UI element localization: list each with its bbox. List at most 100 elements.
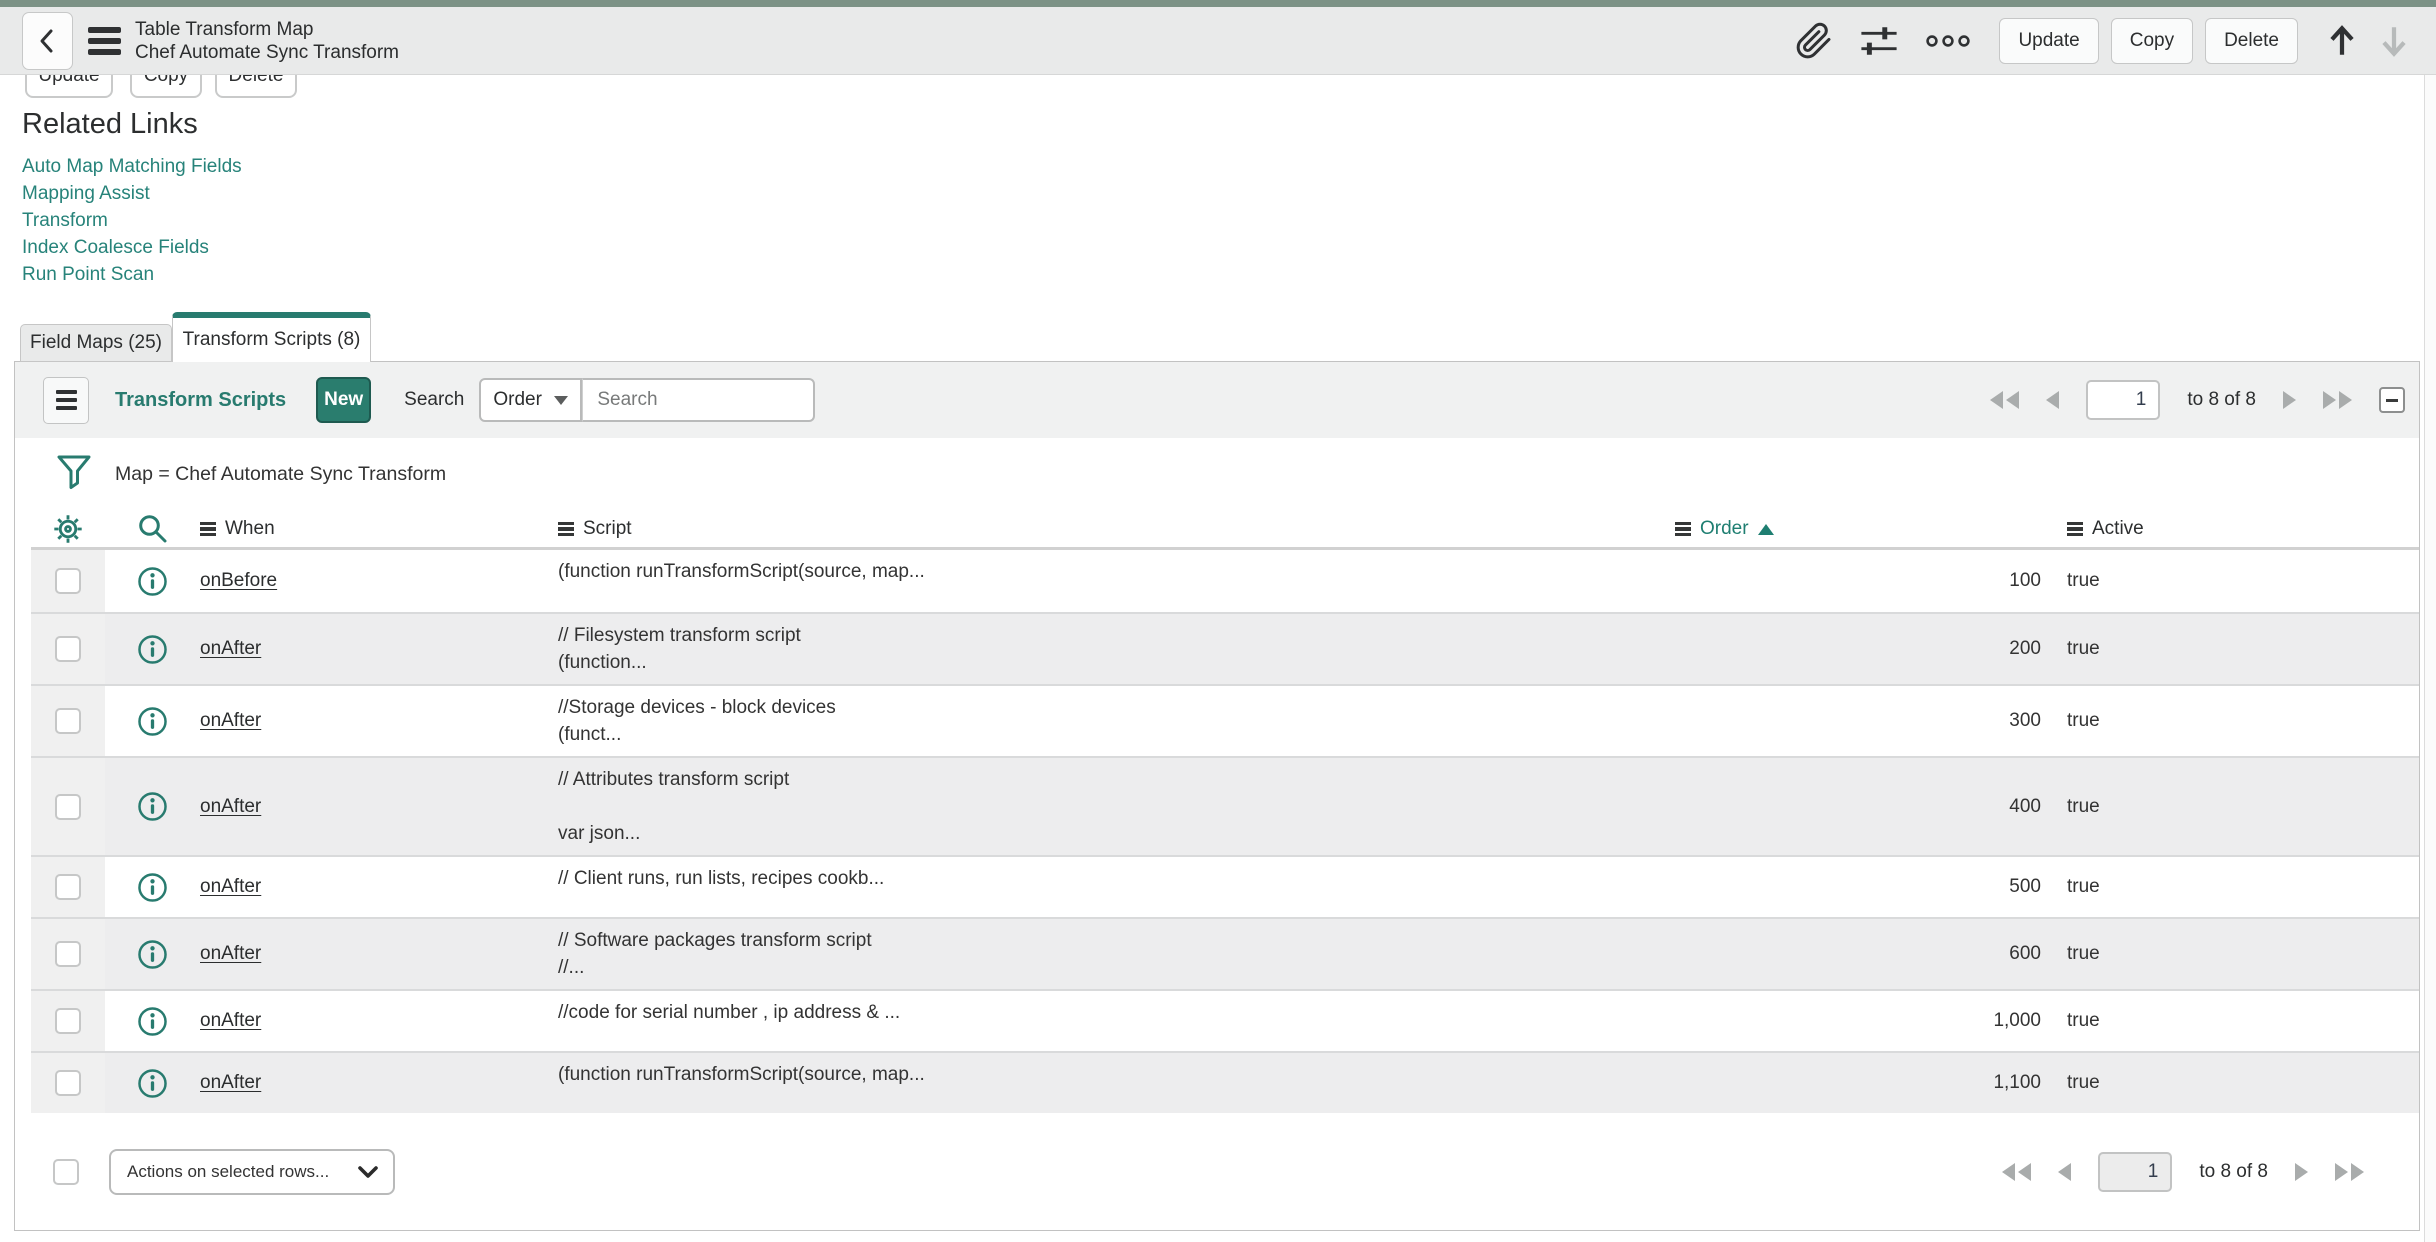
first-page-icon[interactable] <box>1990 391 2020 409</box>
personalize-icon[interactable] <box>1857 23 1901 59</box>
tab-field-maps[interactable]: Field Maps (25) <box>20 324 172 362</box>
column-header-active[interactable]: Active <box>2041 518 2419 540</box>
when-link[interactable]: onAfter <box>200 638 261 660</box>
related-link[interactable]: Mapping Assist <box>22 183 150 204</box>
tab-transform-scripts[interactable]: Transform Scripts (8) <box>172 312 371 362</box>
when-link[interactable]: onAfter <box>200 1010 261 1032</box>
page-title: Table Transform Map <box>135 18 314 40</box>
actions-dropdown[interactable]: Actions on selected rows... <box>109 1148 395 1195</box>
search-input[interactable] <box>582 378 816 422</box>
row-checkbox[interactable] <box>55 636 81 662</box>
row-checkbox[interactable] <box>55 941 81 967</box>
related-link[interactable]: Index Coalesce Fields <box>22 237 209 258</box>
last-page-icon[interactable] <box>2335 1162 2364 1181</box>
first-page-icon[interactable] <box>2002 1162 2032 1181</box>
context-menu-icon[interactable] <box>88 26 121 55</box>
related-link[interactable]: Run Point Scan <box>22 264 154 285</box>
when-link[interactable]: onAfter <box>200 876 261 898</box>
info-icon[interactable] <box>137 634 168 665</box>
active-cell: true <box>2067 710 2100 731</box>
next-record-icon[interactable] <box>2378 23 2410 59</box>
select-all-checkbox[interactable] <box>53 1158 79 1185</box>
previous-record-icon[interactable] <box>2326 23 2358 59</box>
when-link[interactable]: onBefore <box>200 570 277 592</box>
search-icon[interactable] <box>137 513 169 545</box>
back-button[interactable] <box>22 11 73 70</box>
collapse-list-icon[interactable] <box>2379 387 2405 413</box>
when-link[interactable]: onAfter <box>200 796 261 818</box>
script-cell: (function runTransformScript(source, map… <box>558 550 1675 612</box>
list-title: Transform Scripts <box>115 388 287 411</box>
info-icon[interactable] <box>137 1006 168 1037</box>
page-number-input[interactable] <box>2086 380 2161 420</box>
copy-button[interactable]: Copy <box>2110 17 2194 64</box>
record-titles: Table Transform Map Chef Automate Sync T… <box>135 18 399 64</box>
table-row: onAfter (function runTransformScript(sou… <box>31 1051 2419 1113</box>
row-checkbox[interactable] <box>55 874 81 900</box>
row-checkbox[interactable] <box>55 1070 81 1096</box>
column-header-order[interactable]: Order <box>1675 518 2041 540</box>
table-row: onAfter // Client runs, run lists, recip… <box>31 855 2419 917</box>
info-icon[interactable] <box>137 566 168 597</box>
column-menu-icon[interactable] <box>2067 521 2083 537</box>
new-button[interactable]: New <box>316 377 372 423</box>
column-menu-icon[interactable] <box>200 521 216 537</box>
active-cell: true <box>2067 876 2100 897</box>
row-checkbox[interactable] <box>55 568 81 594</box>
row-when-cell: onAfter <box>200 919 558 989</box>
row-checkbox[interactable] <box>55 708 81 734</box>
filter-breadcrumb[interactable]: Map = Chef Automate Sync Transform <box>115 463 446 486</box>
column-header-when[interactable]: When <box>200 518 558 540</box>
attachment-icon[interactable] <box>1795 22 1833 60</box>
next-page-icon[interactable] <box>2295 1162 2308 1181</box>
row-when-cell: onAfter <box>200 991 558 1051</box>
row-when-cell: onAfter <box>200 614 558 684</box>
last-page-icon[interactable] <box>2323 391 2352 409</box>
list-menu-button[interactable] <box>43 376 89 424</box>
row-info-cell <box>105 919 200 989</box>
row-checkbox-cell <box>31 991 105 1051</box>
related-link-item: Mapping Assist <box>22 181 242 208</box>
script-line: //... <box>558 957 585 978</box>
when-link[interactable]: onAfter <box>200 710 261 732</box>
previous-page-icon[interactable] <box>2046 391 2060 409</box>
order-cell: 1,100 <box>1993 1072 2041 1093</box>
next-page-icon[interactable] <box>2283 391 2296 409</box>
column-search-cell <box>105 513 200 545</box>
row-checkbox[interactable] <box>55 1008 81 1034</box>
more-options-icon[interactable] <box>1925 34 1971 48</box>
info-icon[interactable] <box>137 791 168 822</box>
related-link[interactable]: Auto Map Matching Fields <box>22 156 242 177</box>
column-menu-icon[interactable] <box>558 521 574 537</box>
page-number-input[interactable] <box>2098 1151 2173 1192</box>
previous-page-icon[interactable] <box>2058 1162 2072 1181</box>
row-checkbox[interactable] <box>55 793 81 820</box>
update-button[interactable]: Update <box>1999 17 2099 64</box>
script-line: //code for serial number , ip address & … <box>558 1002 901 1023</box>
search-field-select[interactable]: Order <box>479 378 583 422</box>
when-link[interactable]: onAfter <box>200 943 261 965</box>
info-icon[interactable] <box>137 872 168 903</box>
table-row: onAfter // Attributes transform script v… <box>31 756 2419 855</box>
script-line: var json... <box>558 823 641 844</box>
search-field-value: Order <box>493 389 542 410</box>
row-when-cell: onAfter <box>200 1053 558 1113</box>
info-icon[interactable] <box>137 1068 168 1099</box>
scrollbar-track[interactable] <box>2424 7 2436 1242</box>
when-link[interactable]: onAfter <box>200 1072 261 1094</box>
info-icon[interactable] <box>137 939 168 970</box>
info-icon[interactable] <box>137 706 168 737</box>
column-header-script[interactable]: Script <box>558 518 1675 540</box>
row-checkbox-cell <box>31 686 105 756</box>
search-group: Order <box>479 378 816 422</box>
column-menu-icon[interactable] <box>1675 521 1691 537</box>
delete-button[interactable]: Delete <box>2205 17 2298 64</box>
filter-funnel-icon[interactable] <box>57 454 91 496</box>
related-link[interactable]: Transform <box>22 210 108 231</box>
related-link-item: Index Coalesce Fields <box>22 235 242 262</box>
table-row: onAfter // Software packages transform s… <box>31 917 2419 989</box>
gear-icon[interactable] <box>51 512 85 546</box>
page: Update Copy Delete Table Transform Map C… <box>0 0 2436 1242</box>
row-when-cell: onBefore <box>200 550 558 612</box>
row-info-cell <box>105 857 200 917</box>
